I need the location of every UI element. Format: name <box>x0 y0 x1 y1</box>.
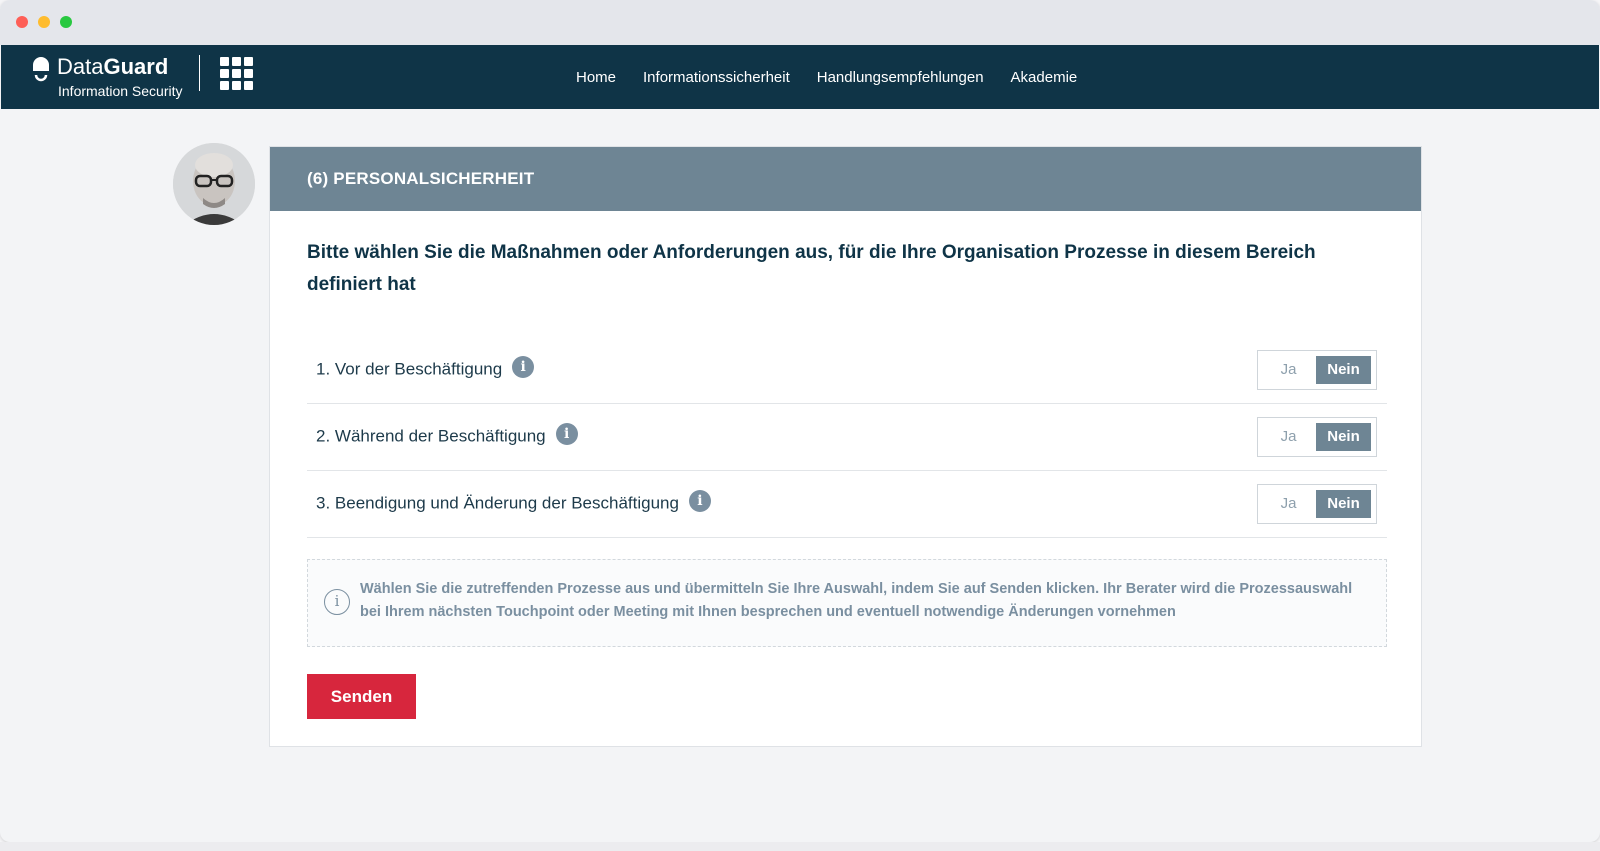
measure-label: 1. Vor der Beschäftigung i <box>316 356 535 381</box>
info-outline-icon: i <box>324 589 350 615</box>
info-notice: i Wählen Sie die zutreffenden Prozesse a… <box>307 559 1387 647</box>
measures-list: 1. Vor der Beschäftigung i Ja Nein 2. Wäh… <box>307 337 1387 538</box>
yes-no-toggle: Ja Nein <box>1257 484 1377 524</box>
list-item: 1. Vor der Beschäftigung i Ja Nein <box>307 337 1387 404</box>
list-item: 2. Während der Beschäftigung i Ja Nein <box>307 404 1387 471</box>
measure-label: 3. Beendigung und Änderung der Beschäfti… <box>316 490 711 515</box>
dataguard-logo-icon <box>33 57 49 82</box>
yes-no-toggle: Ja Nein <box>1257 417 1377 457</box>
bottom-edge <box>0 842 1600 851</box>
toggle-yes-option[interactable]: Ja <box>1261 356 1316 384</box>
info-icon[interactable]: i <box>688 490 711 512</box>
send-button[interactable]: Senden <box>307 674 416 719</box>
list-item: 3. Beendigung und Änderung der Beschäfti… <box>307 471 1387 538</box>
info-icon[interactable]: i <box>555 423 578 445</box>
app-grid-icon[interactable] <box>220 57 254 91</box>
top-navbar: DataGuard Information Security Home Info… <box>1 45 1599 109</box>
toggle-yes-option[interactable]: Ja <box>1261 490 1316 518</box>
notice-text: Wählen Sie die zutreffenden Prozesse aus… <box>360 581 1353 620</box>
nav-divider <box>199 55 200 91</box>
brand-name: DataGuard <box>57 54 169 79</box>
brand-subtitle: Information Security <box>58 83 183 99</box>
section-title: (6) PERSONALSICHERHEIT <box>270 147 1421 211</box>
yes-no-toggle: Ja Nein <box>1257 350 1377 390</box>
toggle-no-option[interactable]: Nein <box>1316 356 1371 384</box>
advisor-avatar <box>173 143 255 225</box>
browser-window: DataGuard Information Security Home Info… <box>0 0 1600 842</box>
measure-label: 2. Während der Beschäftigung i <box>316 423 578 448</box>
questionnaire-card: (6) PERSONALSICHERHEIT Bitte wählen Sie … <box>269 146 1422 747</box>
toggle-no-option[interactable]: Nein <box>1316 490 1371 518</box>
nav-link-akademie[interactable]: Akademie <box>1011 69 1078 86</box>
nav-link-home[interactable]: Home <box>576 69 616 86</box>
question-text: Bitte wählen Sie die Maßnahmen oder Anfo… <box>307 242 1316 295</box>
main-nav: Home Informationssicherheit Handlungsemp… <box>576 45 1104 109</box>
window-titlebar <box>0 0 1600 45</box>
brand-logo-link[interactable]: DataGuard Information Security <box>31 53 201 101</box>
nav-link-handlungsempfehlungen[interactable]: Handlungsempfehlungen <box>817 69 984 86</box>
minimize-window-button[interactable] <box>38 16 50 28</box>
advisor-portrait-icon <box>173 143 255 225</box>
toggle-yes-option[interactable]: Ja <box>1261 423 1316 451</box>
nav-link-informationssicherheit[interactable]: Informationssicherheit <box>643 69 790 86</box>
maximize-window-button[interactable] <box>60 16 72 28</box>
info-icon[interactable]: i <box>512 356 535 378</box>
close-window-button[interactable] <box>16 16 28 28</box>
toggle-no-option[interactable]: Nein <box>1316 423 1371 451</box>
